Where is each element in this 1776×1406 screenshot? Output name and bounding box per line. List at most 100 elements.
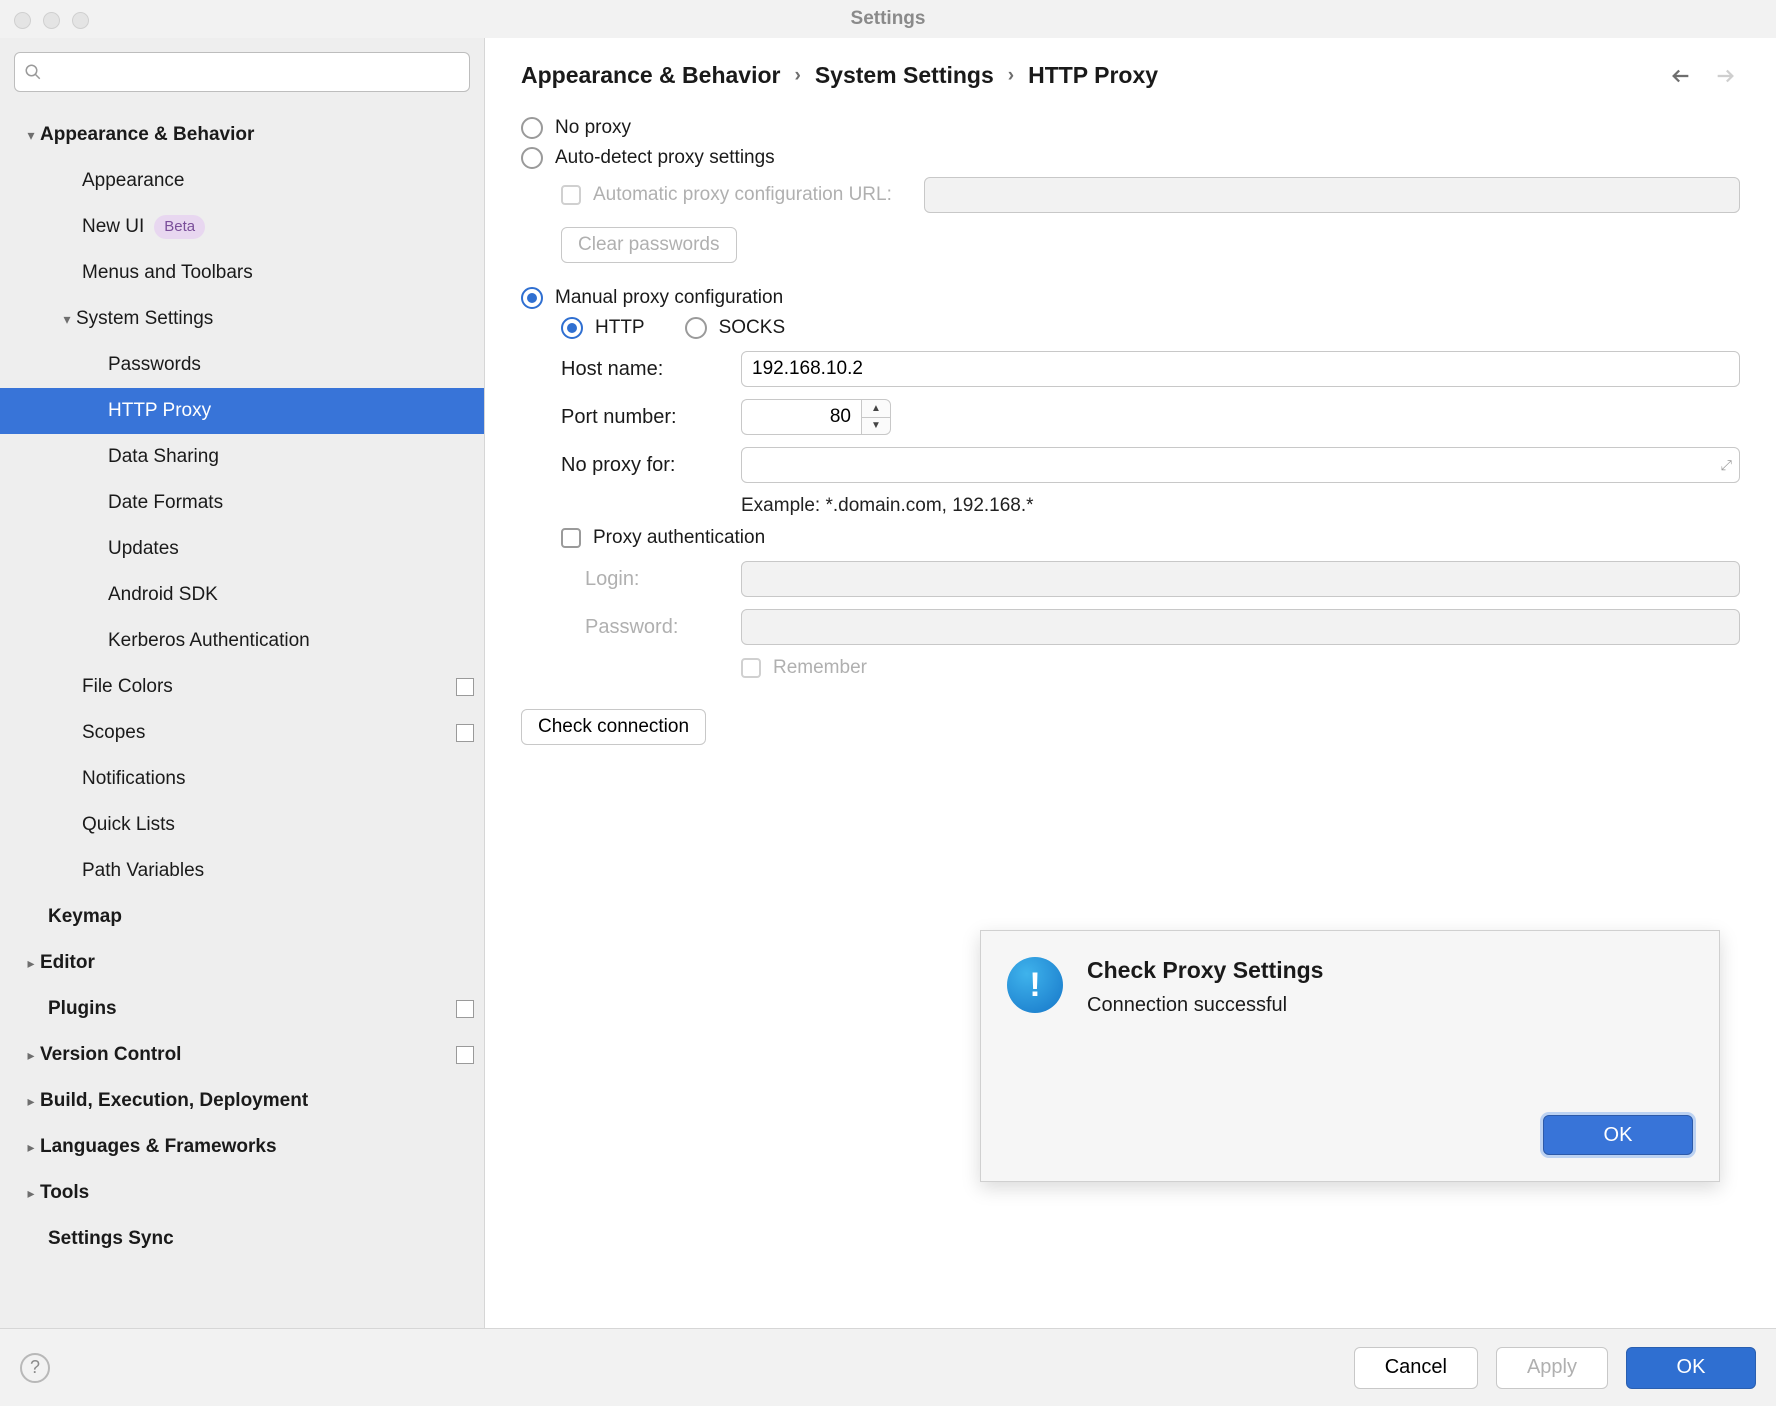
tree-label: Version Control: [40, 1032, 181, 1078]
tree-item-appearance[interactable]: Appearance: [0, 158, 484, 204]
tree-item-updates[interactable]: Updates: [0, 526, 484, 572]
radio-label: SOCKS: [719, 317, 786, 339]
check-connection-button[interactable]: Check connection: [521, 709, 706, 745]
tree-item-kerberos[interactable]: Kerberos Authentication: [0, 618, 484, 664]
radio-label: No proxy: [555, 117, 631, 139]
auto-|-url-input: [924, 177, 1740, 213]
tree-label: Scopes: [82, 710, 145, 756]
tree-label: Date Formats: [108, 480, 223, 526]
login-label: Login:: [561, 568, 721, 591]
tree-item-menus-toolbars[interactable]: Menus and Toolbars: [0, 250, 484, 296]
dialog-message: Connection successful: [1087, 994, 1323, 1017]
login-input: [741, 561, 1740, 597]
crumb-appearance-behavior[interactable]: Appearance & Behavior: [521, 62, 780, 89]
tree-item-path-variables[interactable]: Path Variables: [0, 848, 484, 894]
tree-item-editor[interactable]: ▸Editor: [0, 940, 484, 986]
tree-item-tools[interactable]: ▸Tools: [0, 1170, 484, 1216]
radio-manual[interactable]: Manual proxy configuration: [521, 287, 1740, 309]
port-stepper[interactable]: ▲ ▼: [861, 399, 891, 435]
tree-label: Editor: [40, 940, 95, 986]
tree-item-keymap[interactable]: Keymap: [0, 894, 484, 940]
tree-item-quick-lists[interactable]: Quick Lists: [0, 802, 484, 848]
chevron-right-icon: ▸: [22, 1170, 40, 1216]
tree-item-file-colors[interactable]: File Colors: [0, 664, 484, 710]
tree-item-data-sharing[interactable]: Data Sharing: [0, 434, 484, 480]
tree-item-android-sdk[interactable]: Android SDK: [0, 572, 484, 618]
tree-item-date-formats[interactable]: Date Formats: [0, 480, 484, 526]
tree-item-http-proxy[interactable]: HTTP Proxy: [0, 388, 484, 434]
expand-icon[interactable]: ⤢: [1721, 457, 1732, 474]
tree-item-notifications[interactable]: Notifications: [0, 756, 484, 802]
search-icon: [24, 63, 42, 81]
radio-icon: [685, 317, 707, 339]
radio-label: Auto-detect proxy settings: [555, 147, 775, 169]
chevron-down-icon: ▾: [22, 112, 40, 158]
tree-item-scopes[interactable]: Scopes: [0, 710, 484, 756]
radio-no-proxy[interactable]: No proxy: [521, 117, 1740, 139]
tree-label: Build, Execution, Deployment: [40, 1078, 308, 1124]
tree-item-plugins[interactable]: Plugins: [0, 986, 484, 1032]
ok-button[interactable]: OK: [1626, 1347, 1756, 1389]
project-level-icon: [456, 678, 474, 696]
stepper-up-icon[interactable]: ▲: [862, 400, 890, 418]
checkbox-auto-url: Automatic proxy configuration URL:: [561, 177, 1740, 213]
checkbox-proxy-auth[interactable]: Proxy authentication: [561, 527, 1740, 549]
checkbox-icon: [741, 658, 761, 678]
host-name-input[interactable]: [741, 351, 1740, 387]
crumb-system-settings[interactable]: System Settings: [815, 62, 994, 89]
chevron-down-icon: ▾: [58, 296, 76, 342]
checkbox-remember: Remember: [741, 657, 1740, 679]
tree-item-languages[interactable]: ▸Languages & Frameworks: [0, 1124, 484, 1170]
tree-label: Quick Lists: [82, 802, 175, 848]
radio-http[interactable]: HTTP: [561, 317, 645, 339]
tree-label: Settings Sync: [48, 1216, 174, 1262]
dialog-ok-button[interactable]: OK: [1543, 1115, 1693, 1155]
sidebar: ▾Appearance & Behavior Appearance New UI…: [0, 38, 485, 1328]
no-proxy-for-label: No proxy for:: [561, 454, 721, 477]
checkbox-icon: [561, 185, 581, 205]
no-proxy-example: Example: *.domain.com, 192.168.*: [741, 495, 1740, 517]
tree-item-build[interactable]: ▸Build, Execution, Deployment: [0, 1078, 484, 1124]
breadcrumb-separator: ›: [794, 65, 800, 87]
port-number-input[interactable]: [741, 399, 861, 435]
tree-item-system-settings[interactable]: ▾System Settings: [0, 296, 484, 342]
project-level-icon: [456, 724, 474, 742]
tree-label: Notifications: [82, 756, 186, 802]
tree-item-passwords[interactable]: Passwords: [0, 342, 484, 388]
no-proxy-for-input[interactable]: [741, 447, 1740, 483]
crumb-http-proxy: HTTP Proxy: [1028, 62, 1158, 89]
settings-tree: ▾Appearance & Behavior Appearance New UI…: [0, 102, 484, 1328]
radio-label: Manual proxy configuration: [555, 287, 783, 309]
dialog-title: Check Proxy Settings: [1087, 957, 1323, 984]
chevron-right-icon: ▸: [22, 1078, 40, 1124]
radio-auto-detect[interactable]: Auto-detect proxy settings: [521, 147, 1740, 169]
back-icon[interactable]: [1670, 65, 1692, 87]
tree-label: System Settings: [76, 296, 213, 342]
radio-icon: [521, 117, 543, 139]
close-window-icon[interactable]: [14, 12, 31, 29]
check-proxy-dialog: ! Check Proxy Settings Connection succes…: [980, 930, 1720, 1182]
password-input: [741, 609, 1740, 645]
tree-item-settings-sync[interactable]: Settings Sync: [0, 1216, 484, 1262]
radio-icon: [521, 287, 543, 309]
stepper-down-icon[interactable]: ▼: [862, 418, 890, 435]
tree-label: Kerberos Authentication: [108, 618, 310, 664]
radio-label: HTTP: [595, 317, 645, 339]
tree-item-appearance-behavior[interactable]: ▾Appearance & Behavior: [0, 112, 484, 158]
zoom-window-icon[interactable]: [72, 12, 89, 29]
cancel-button[interactable]: Cancel: [1354, 1347, 1478, 1389]
forward-icon: [1714, 65, 1736, 87]
apply-button: Apply: [1496, 1347, 1608, 1389]
beta-badge: Beta: [154, 215, 205, 239]
project-level-icon: [456, 1046, 474, 1064]
help-icon[interactable]: ?: [20, 1353, 50, 1383]
minimize-window-icon[interactable]: [43, 12, 60, 29]
tree-label: Plugins: [48, 986, 117, 1032]
tree-label: Tools: [40, 1170, 89, 1216]
traffic-lights: [14, 12, 89, 29]
radio-icon: [521, 147, 543, 169]
radio-socks[interactable]: SOCKS: [685, 317, 786, 339]
tree-item-new-ui[interactable]: New UIBeta: [0, 204, 484, 250]
tree-item-version-control[interactable]: ▸Version Control: [0, 1032, 484, 1078]
search-input[interactable]: [14, 52, 470, 92]
